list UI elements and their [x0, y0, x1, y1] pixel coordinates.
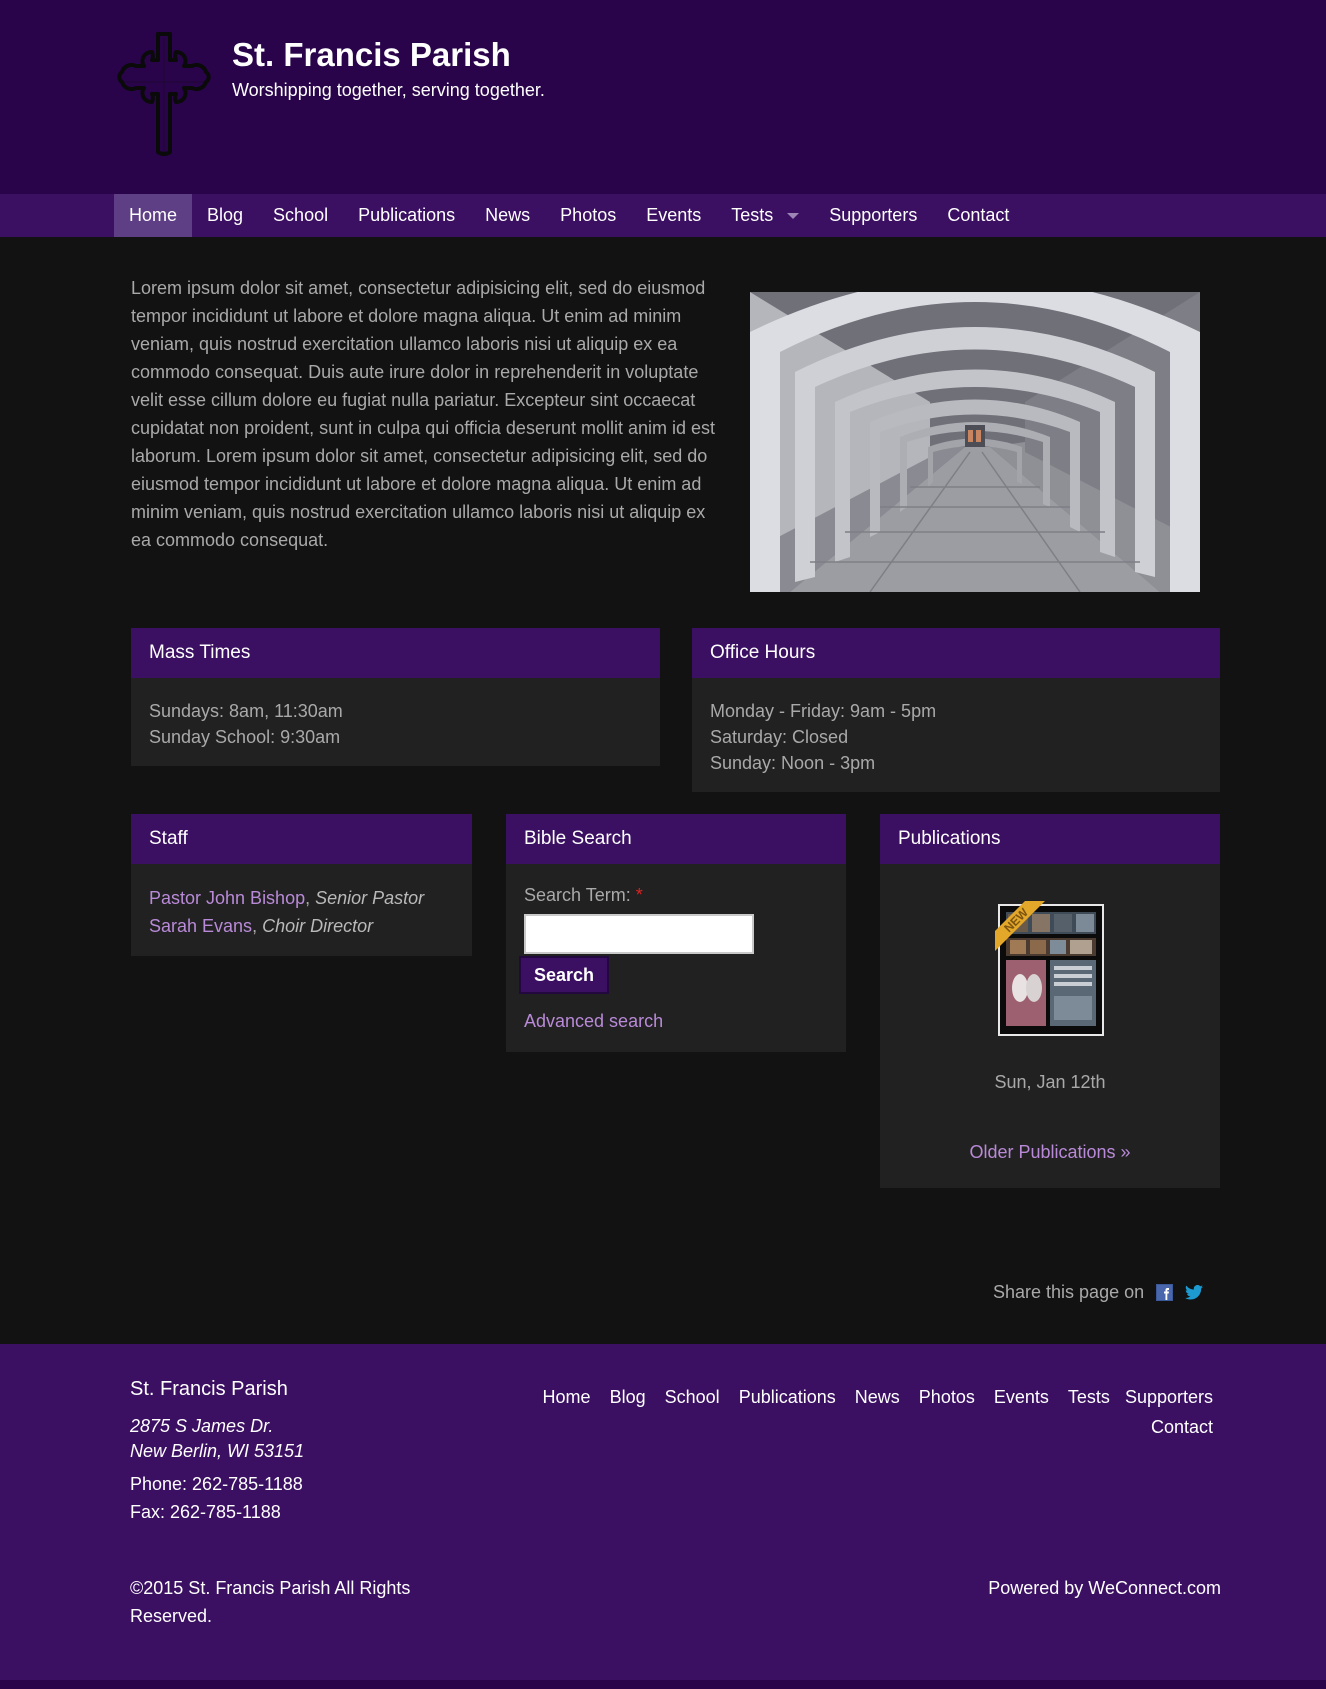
- nav-item-school[interactable]: School: [258, 194, 343, 237]
- staff-name-link[interactable]: Pastor John Bishop: [149, 888, 305, 908]
- footer-powered-by[interactable]: Powered by WeConnect.com: [988, 1574, 1221, 1602]
- cross-icon: [117, 32, 211, 156]
- required-marker: *: [635, 885, 643, 905]
- mass-times-panel: Mass Times Sundays: 8am, 11:30am Sunday …: [131, 628, 660, 766]
- footer-nav-blog[interactable]: Blog: [610, 1382, 646, 1412]
- nav-item-home[interactable]: Home: [114, 194, 193, 237]
- intro-text: Lorem ipsum dolor sit amet, consectetur …: [131, 278, 716, 550]
- main-nav: Home Blog School Publications News Photo…: [0, 194, 1326, 237]
- office-hours-line: Saturday: Closed: [710, 727, 849, 747]
- footer-nav-news[interactable]: News: [855, 1382, 900, 1412]
- staff-panel: Staff Pastor John Bishop, Senior Pastor …: [131, 814, 472, 956]
- mass-times-body: Sundays: 8am, 11:30am Sunday School: 9:3…: [131, 678, 660, 770]
- footer-nav-home[interactable]: Home: [543, 1382, 591, 1412]
- staff-name-link[interactable]: Sarah Evans: [149, 916, 252, 936]
- footer-fax: Fax: 262-785-1188: [130, 1502, 281, 1522]
- footer-parish-name: St. Francis Parish: [130, 1378, 288, 1400]
- nav-item-tests[interactable]: Tests: [716, 194, 814, 237]
- footer-nav-publications[interactable]: Publications: [739, 1382, 836, 1412]
- footer-address-line: New Berlin, WI 53151: [130, 1441, 305, 1461]
- nav-item-contact[interactable]: Contact: [932, 194, 1024, 237]
- footer-nav: Home Blog School Publications News Photo…: [520, 1382, 1213, 1442]
- search-button[interactable]: Search: [519, 956, 609, 994]
- facebook-icon[interactable]: [1156, 1284, 1174, 1301]
- search-term-label: Search Term: *: [524, 882, 828, 908]
- publications-title: Publications: [880, 814, 1220, 864]
- footer-contact: Phone: 262-785-1188 Fax: 262-785-1188: [130, 1470, 303, 1526]
- staff-role: Choir Director: [262, 916, 374, 936]
- share-row: Share this page on: [993, 1282, 1204, 1303]
- older-publications-link[interactable]: Older Publications »: [880, 1142, 1220, 1163]
- publications-panel: Publications NEW Sun, Jan 12th Older Pub…: [880, 814, 1220, 1188]
- advanced-search-link[interactable]: Advanced search: [524, 1008, 828, 1034]
- office-hours-line: Sunday: Noon - 3pm: [710, 753, 876, 773]
- bible-search-body: Search Term: * Search Advanced search: [506, 864, 846, 1054]
- mass-times-line: Sundays: 8am, 11:30am: [149, 701, 343, 721]
- twitter-icon[interactable]: [1185, 1285, 1204, 1300]
- footer-nav-tests[interactable]: Tests: [1068, 1382, 1110, 1412]
- footer-address-line: 2875 S James Dr.: [130, 1416, 274, 1436]
- mass-times-line: Sunday School: 9:30am: [149, 727, 341, 747]
- footer-phone: Phone: 262-785-1188: [130, 1474, 303, 1494]
- nav-item-blog[interactable]: Blog: [192, 194, 258, 237]
- publication-thumbnail[interactable]: NEW: [995, 901, 1104, 1036]
- nav-item-tests-label: Tests: [731, 205, 774, 225]
- footer-nav-supporters[interactable]: Supporters: [1125, 1382, 1213, 1412]
- footer-nav-events[interactable]: Events: [994, 1382, 1049, 1412]
- footer-copyright: ©2015 St. Francis Parish All Rights Rese…: [130, 1578, 411, 1626]
- nav-item-publications[interactable]: Publications: [343, 194, 470, 237]
- footer-bottom-bar: [0, 1680, 1326, 1689]
- staff-title: Staff: [131, 814, 472, 864]
- hero-photo: [750, 292, 1200, 592]
- nav-item-supporters[interactable]: Supporters: [814, 194, 932, 237]
- publication-date: Sun, Jan 12th: [994, 1072, 1106, 1092]
- footer-address: 2875 S James Dr. New Berlin, WI 53151: [130, 1414, 304, 1464]
- new-badge: NEW: [995, 901, 1045, 951]
- share-label: Share this page on: [993, 1282, 1145, 1302]
- chevron-down-icon: [787, 213, 800, 220]
- site-footer: St. Francis Parish 2875 S James Dr. New …: [0, 1344, 1326, 1680]
- nav-list: Home Blog School Publications News Photo…: [114, 194, 1024, 237]
- office-hours-panel: Office Hours Monday - Friday: 9am - 5pm …: [692, 628, 1220, 792]
- nav-item-photos[interactable]: Photos: [545, 194, 631, 237]
- mass-times-title: Mass Times: [131, 628, 660, 678]
- footer-nav-contact[interactable]: Contact: [1151, 1412, 1213, 1442]
- bible-search-title: Bible Search: [506, 814, 846, 864]
- staff-body: Pastor John Bishop, Senior Pastor Sarah …: [131, 864, 472, 960]
- office-hours-body: Monday - Friday: 9am - 5pm Saturday: Clo…: [692, 678, 1220, 796]
- staff-member: Sarah Evans, Choir Director: [149, 916, 374, 936]
- search-term-label-text: Search Term:: [524, 885, 631, 905]
- staff-role: Senior Pastor: [315, 888, 425, 908]
- site-header: St. Francis Parish Worshipping together,…: [0, 0, 1326, 194]
- search-input[interactable]: [524, 914, 754, 954]
- site-tagline: Worshipping together, serving together.: [232, 80, 545, 100]
- office-hours-title: Office Hours: [692, 628, 1220, 678]
- office-hours-line: Monday - Friday: 9am - 5pm: [710, 701, 937, 721]
- nav-item-events[interactable]: Events: [631, 194, 716, 237]
- site-title[interactable]: St. Francis Parish: [232, 36, 511, 74]
- staff-member: Pastor John Bishop, Senior Pastor: [149, 888, 425, 908]
- footer-nav-school[interactable]: School: [665, 1382, 720, 1412]
- nav-item-news[interactable]: News: [470, 194, 545, 237]
- footer-nav-photos[interactable]: Photos: [919, 1382, 975, 1412]
- bible-search-panel: Bible Search Search Term: * Search Advan…: [506, 814, 846, 1052]
